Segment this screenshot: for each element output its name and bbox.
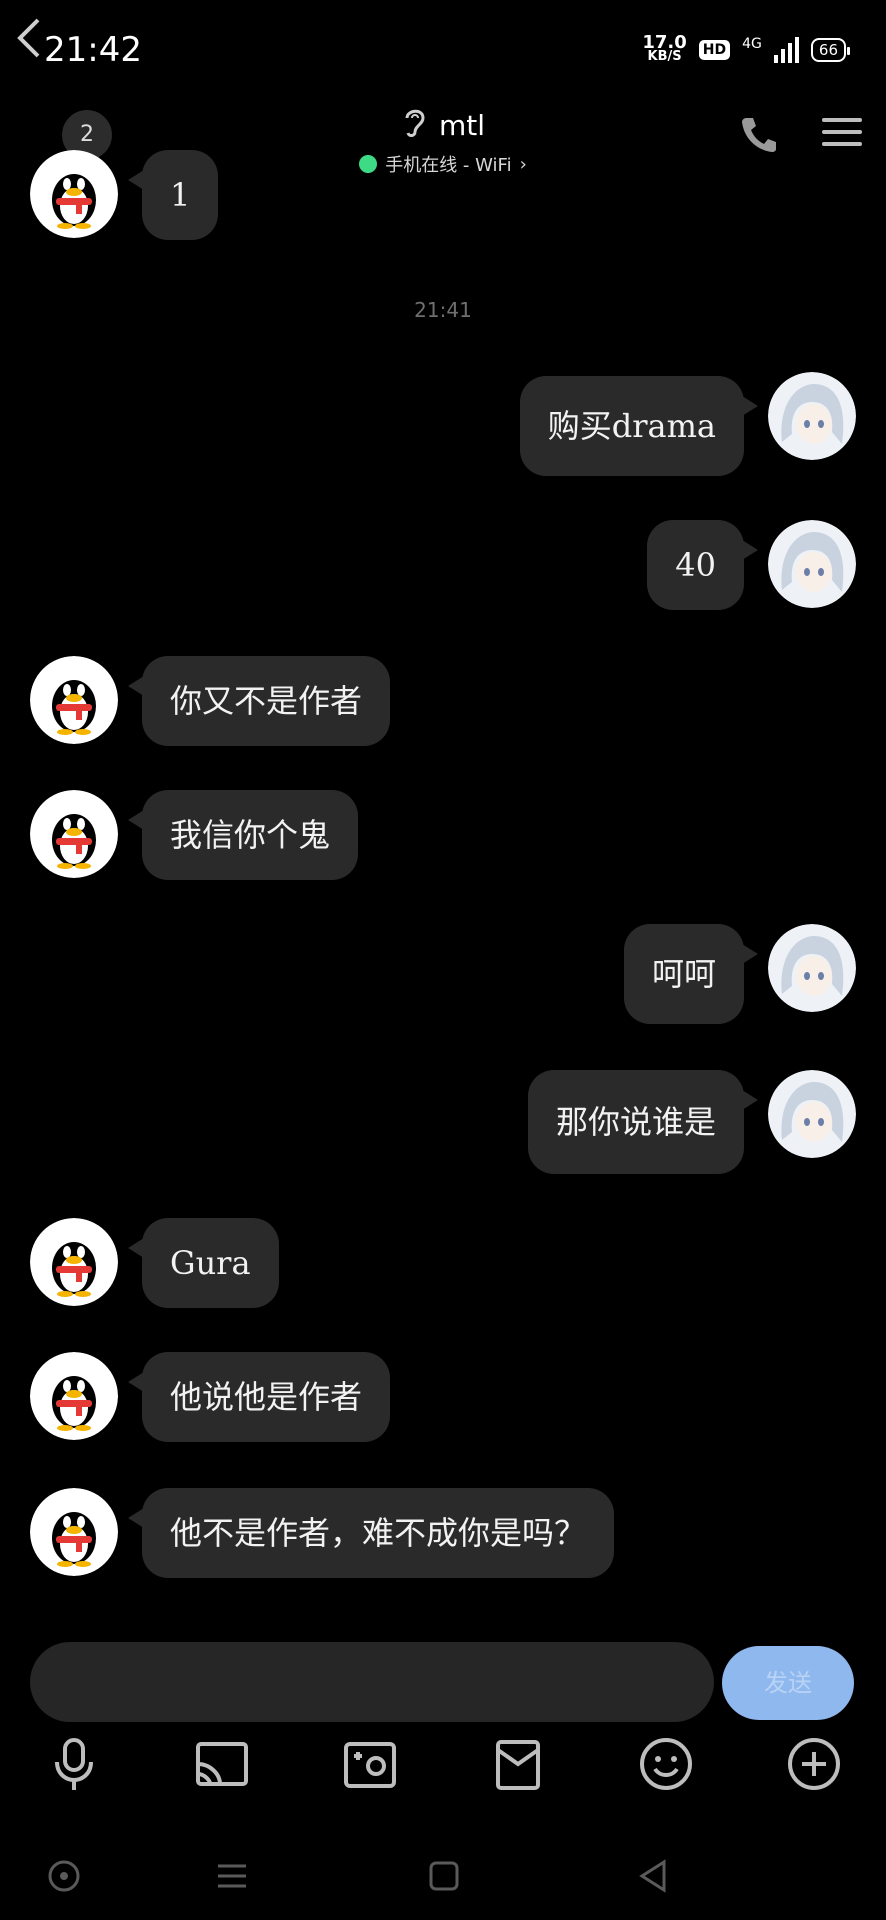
message-bubble[interactable]: 呵呵	[623, 924, 759, 1024]
penguin-icon	[30, 1352, 118, 1440]
signal-icon	[773, 37, 799, 63]
message-bubble[interactable]: Gura	[128, 1218, 279, 1308]
package-icon[interactable]	[488, 1734, 548, 1794]
timestamp: 21:41	[414, 298, 472, 322]
back-button[interactable]	[14, 16, 44, 70]
qq-penguin-avatar[interactable]	[30, 1488, 118, 1576]
contact-name: mtl	[438, 109, 486, 142]
status-indicators: 17.0 KB/S HD 4G 66	[642, 32, 851, 64]
net-speed-value: 17.0	[642, 32, 687, 53]
send-button[interactable]: 发送	[722, 1646, 854, 1720]
anime-avatar-icon	[768, 1070, 856, 1158]
system-navigation-bar	[0, 1840, 886, 1920]
hamburger-menu-icon[interactable]	[818, 110, 866, 158]
penguin-icon	[30, 150, 118, 238]
input-toolbar	[0, 1734, 886, 1798]
battery-icon: 66	[810, 38, 851, 62]
ear-icon	[401, 104, 429, 147]
phone-icon[interactable]	[738, 112, 782, 156]
anime-girl-avatar[interactable]	[768, 372, 856, 460]
online-dot	[359, 155, 378, 173]
presence-status[interactable]: 手机在线 - WiFi ›	[359, 151, 527, 177]
message-list[interactable]: 1 21:41 购买drama 40 你又不是作者 我信你个鬼 呵呵 那你说谁是…	[0, 150, 886, 1630]
message-bubble[interactable]: 他不是作者，难不成你是吗？	[127, 1488, 615, 1578]
assistant-icon[interactable]	[44, 1856, 84, 1896]
message-input[interactable]	[30, 1642, 714, 1722]
chevron-left-icon	[17, 18, 40, 58]
anime-avatar-icon	[768, 372, 856, 460]
home-icon[interactable]	[424, 1856, 464, 1896]
emoji-icon[interactable]	[636, 1734, 696, 1794]
microphone-icon[interactable]	[44, 1734, 104, 1794]
penguin-icon	[30, 790, 118, 878]
qq-penguin-avatar[interactable]	[30, 656, 118, 744]
message-bubble[interactable]: 那你说谁是	[527, 1070, 759, 1174]
message-bubble[interactable]: 他说他是作者	[127, 1352, 391, 1442]
message-bubble[interactable]: 购买drama	[519, 376, 759, 476]
penguin-icon	[30, 1488, 118, 1576]
penguin-icon	[30, 1218, 118, 1306]
cast-icon[interactable]	[192, 1734, 252, 1794]
anime-avatar-icon	[768, 924, 856, 1012]
message-bubble[interactable]: 40	[647, 520, 758, 610]
status-time: 21:42	[44, 30, 142, 70]
qq-penguin-avatar[interactable]	[30, 150, 118, 238]
qq-penguin-avatar[interactable]	[30, 1218, 118, 1306]
qq-penguin-avatar[interactable]	[30, 790, 118, 878]
status-bar: 21:42 17.0 KB/S HD 4G 66	[0, 0, 886, 100]
anime-girl-avatar[interactable]	[768, 520, 856, 608]
presence-text: 手机在线 - WiFi	[385, 155, 512, 176]
message-bubble[interactable]: 1	[127, 150, 219, 240]
photo-icon[interactable]	[340, 1734, 400, 1794]
message-bubble[interactable]: 我信你个鬼	[127, 790, 359, 880]
back-icon[interactable]	[634, 1856, 674, 1896]
anime-girl-avatar[interactable]	[768, 1070, 856, 1158]
anime-avatar-icon	[768, 520, 856, 608]
net-speed: 17.0 KB/S	[642, 32, 687, 64]
penguin-icon	[30, 656, 118, 744]
add-icon[interactable]	[784, 1734, 844, 1794]
net-speed-unit: KB/S	[647, 49, 682, 64]
hd-badge: HD	[698, 40, 731, 60]
chevron-right-icon: ›	[519, 153, 527, 175]
menu-icon[interactable]	[212, 1856, 252, 1896]
qq-penguin-avatar[interactable]	[30, 1352, 118, 1440]
anime-girl-avatar[interactable]	[768, 924, 856, 1012]
network-type: 4G	[742, 36, 762, 52]
message-bubble[interactable]: 你又不是作者	[127, 656, 391, 746]
